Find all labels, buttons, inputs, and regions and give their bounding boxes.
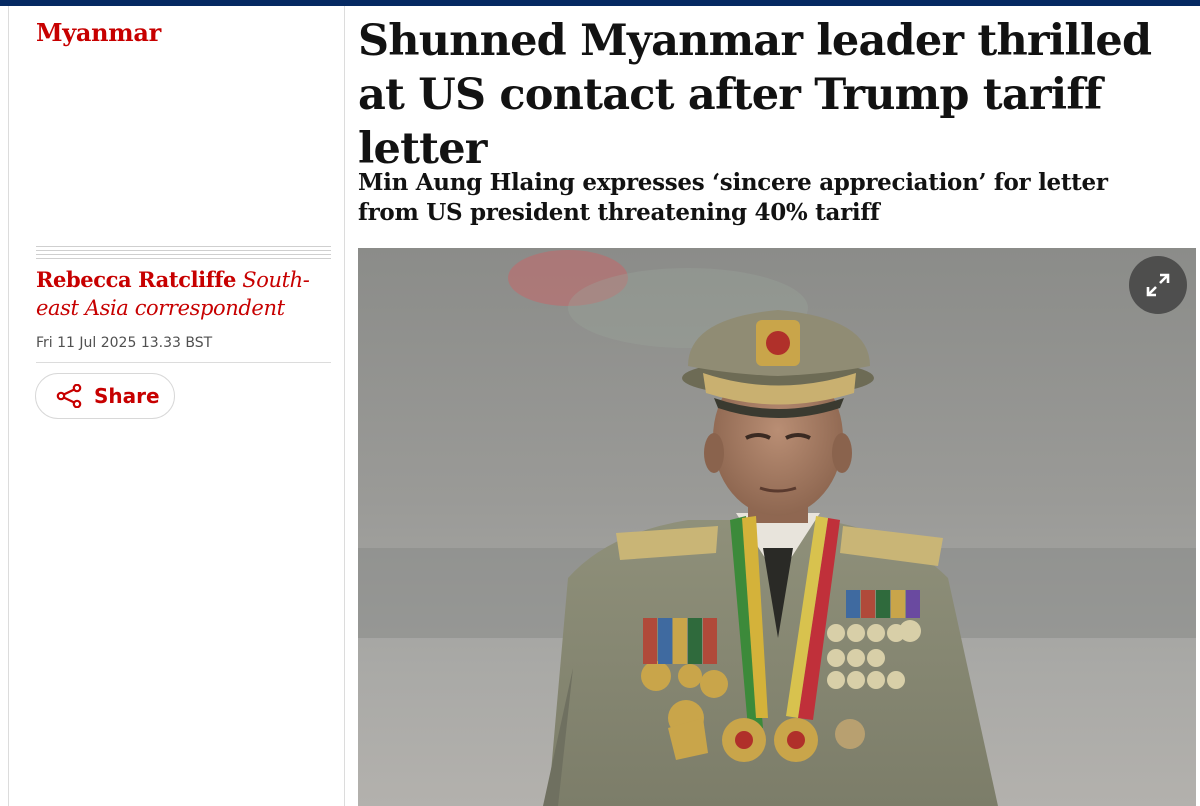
expand-icon [1146, 273, 1170, 297]
portrait-photo [358, 248, 1196, 806]
share-button[interactable]: Share [35, 373, 175, 419]
share-label: Share [94, 384, 160, 408]
meta-divider [36, 362, 331, 363]
article-standfirst: Min Aung Hlaing expresses ‘sincere appre… [358, 169, 1108, 226]
publish-date: Fri 11 Jul 2025 13.33 BST [36, 335, 213, 351]
article-main-image[interactable] [358, 248, 1196, 806]
expand-image-button[interactable] [1129, 256, 1187, 314]
byline: Rebecca Ratcliffe South-east Asia corres… [36, 266, 326, 322]
article-headline: Shunned Myanmar leader thrilled at US co… [358, 16, 1152, 174]
share-icon [56, 384, 82, 408]
author-name-link[interactable]: Rebecca Ratcliffe [36, 267, 236, 292]
section-link[interactable]: Myanmar [36, 18, 161, 47]
top-brand-bar [0, 0, 1200, 6]
meta-rules [36, 246, 331, 262]
left-column-rule [8, 6, 9, 806]
column-divider [344, 6, 345, 806]
